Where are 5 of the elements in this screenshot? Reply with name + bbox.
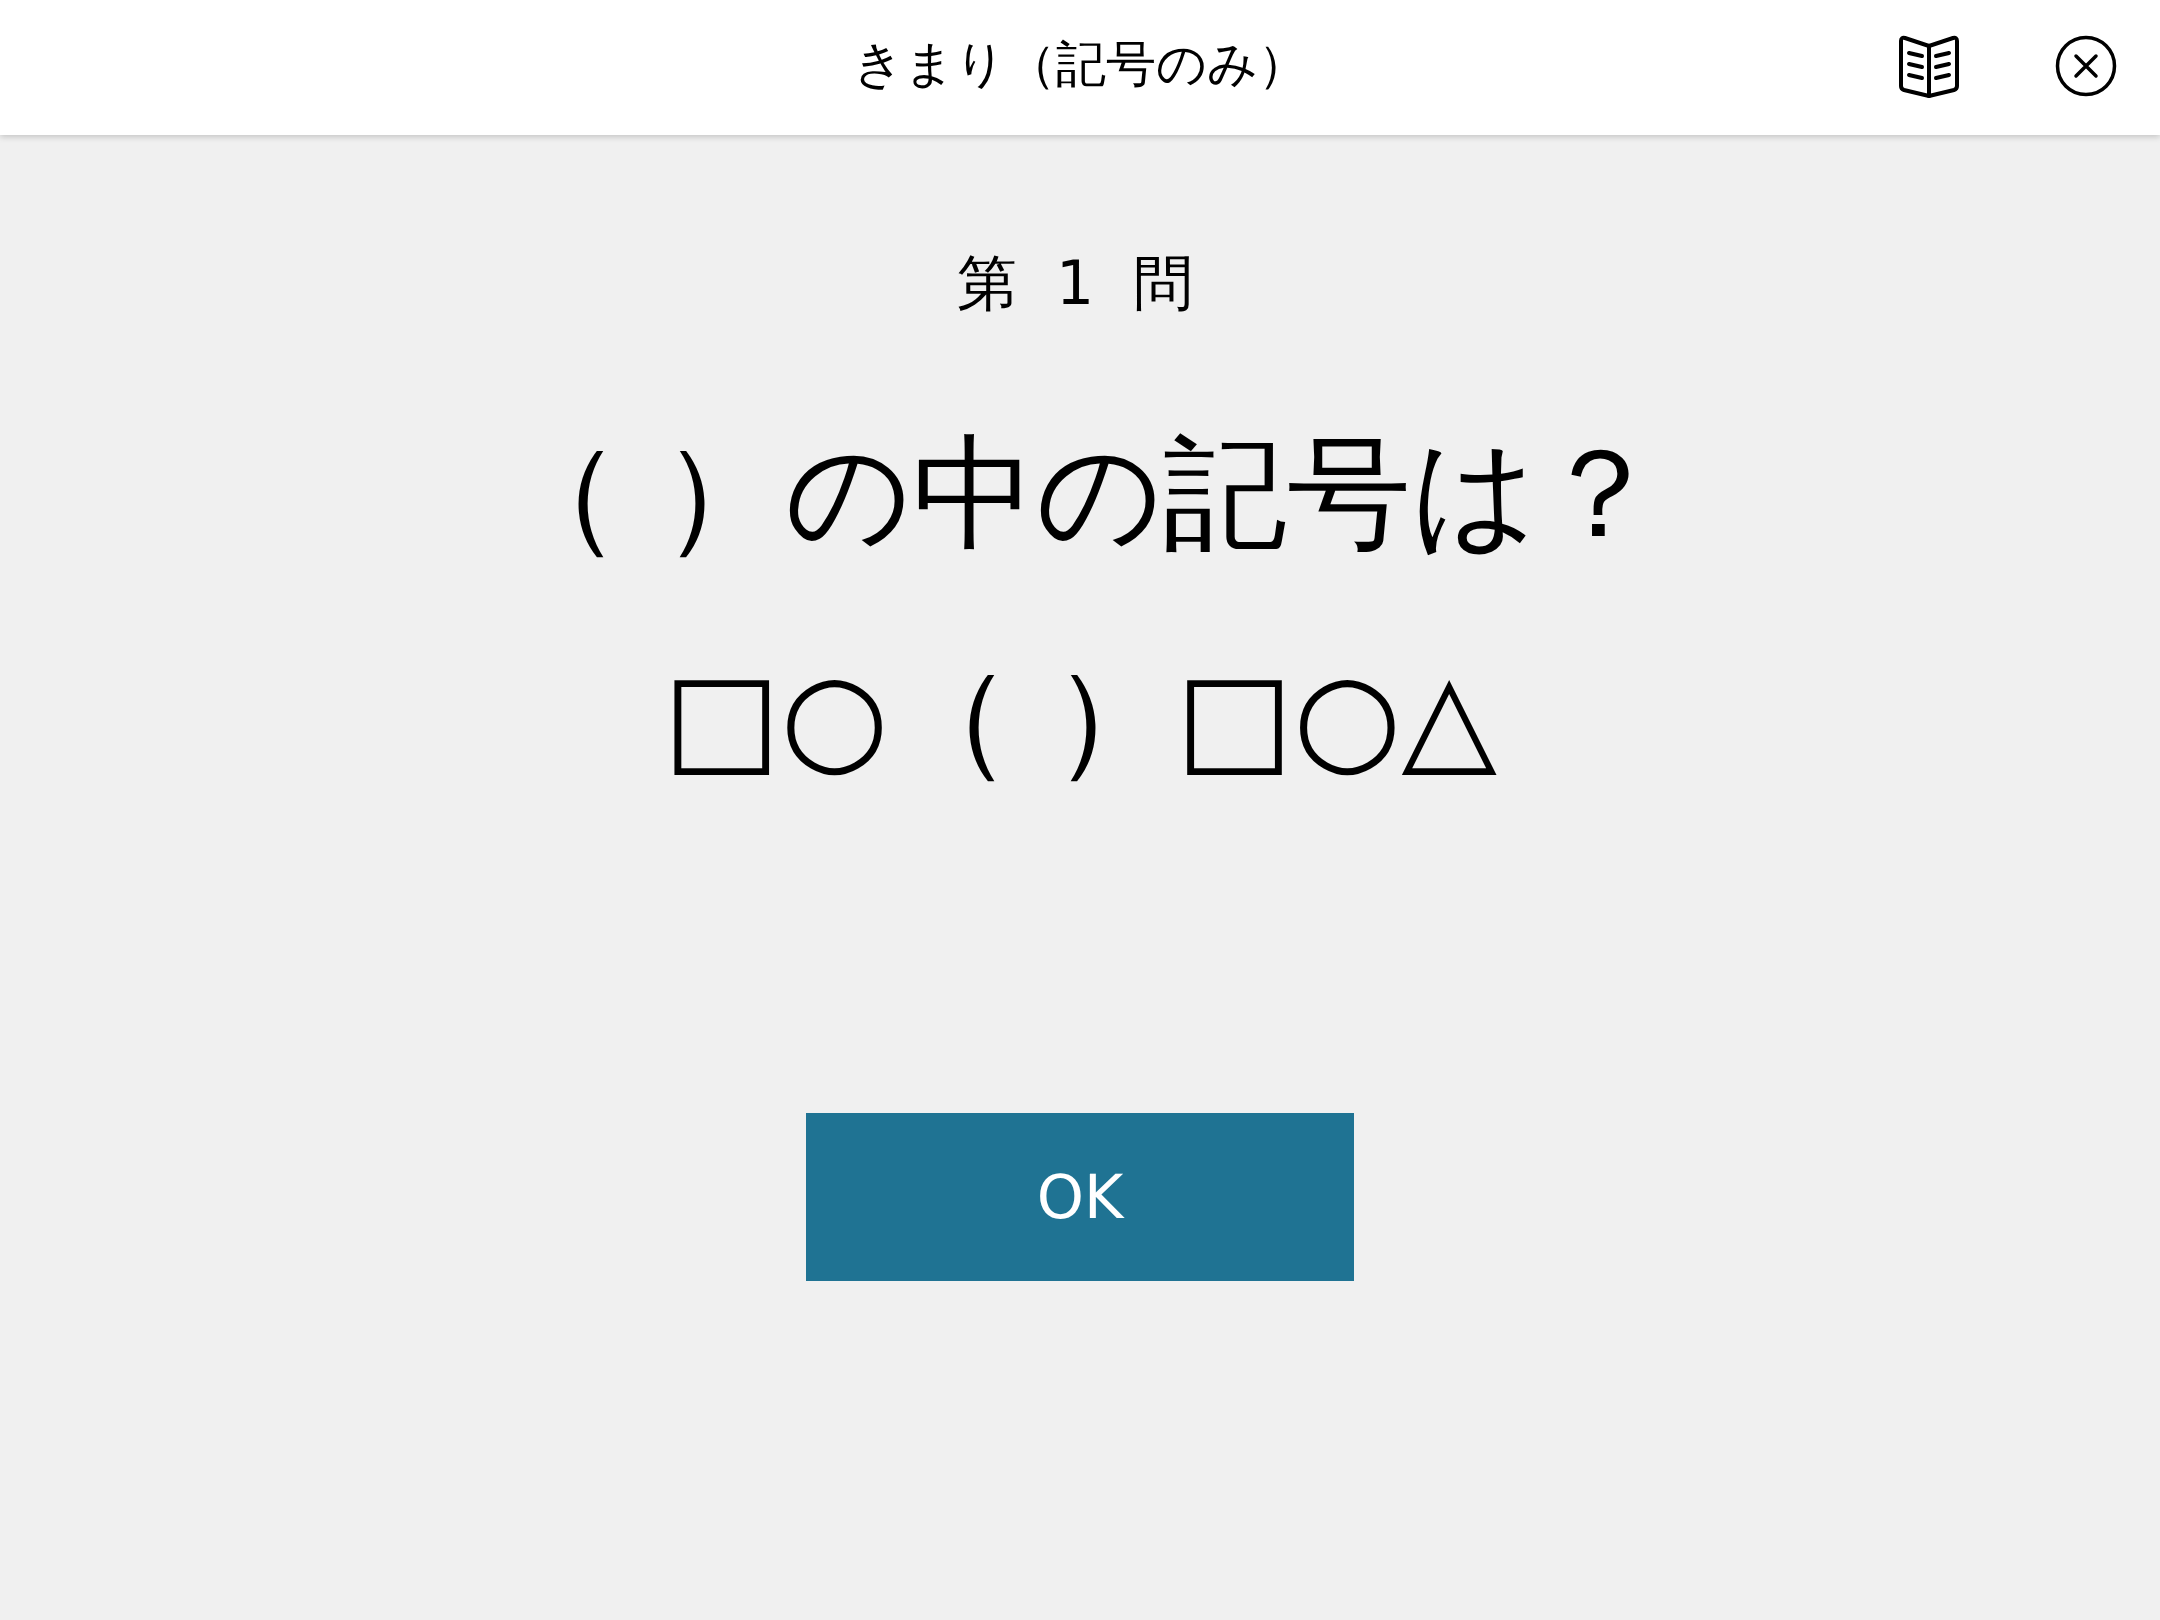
ok-button[interactable]: OK bbox=[806, 1113, 1354, 1281]
question-number: 第 1 問 bbox=[956, 253, 1204, 313]
close-icon[interactable] bbox=[2055, 34, 2117, 97]
open-book-icon[interactable] bbox=[1897, 33, 1961, 98]
screen-title: きまり（記号のみ） bbox=[852, 38, 1308, 89]
